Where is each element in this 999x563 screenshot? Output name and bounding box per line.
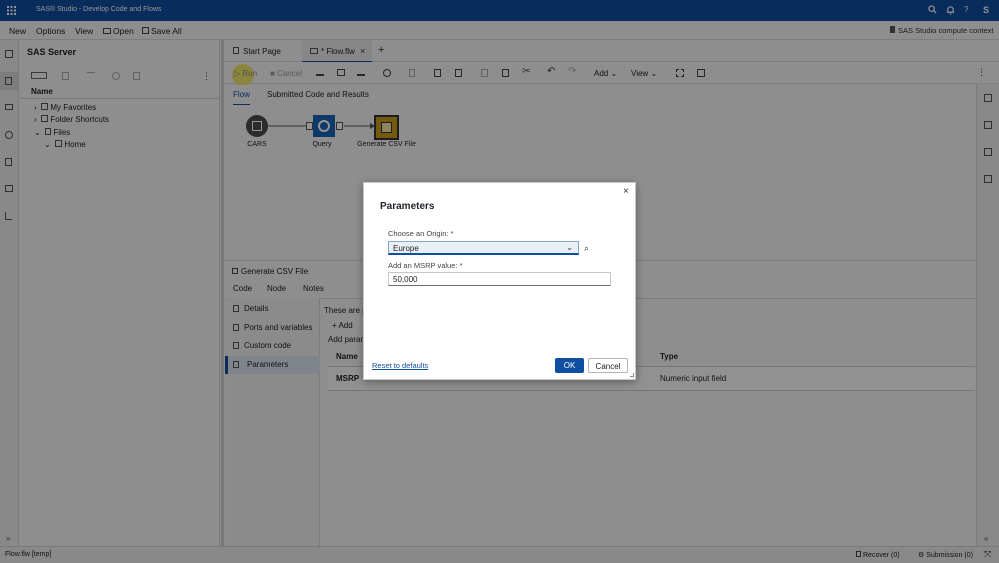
ok-button[interactable]: OK — [555, 358, 584, 373]
resize-handle-icon[interactable] — [630, 373, 634, 377]
parameters-dialog: × Parameters Choose an Origin: * Europe … — [363, 182, 636, 380]
origin-value: Europe — [393, 244, 419, 253]
origin-select[interactable]: Europe ⌄ — [388, 241, 579, 255]
reset-to-defaults-link[interactable]: Reset to defaults — [372, 361, 428, 370]
cancel-button[interactable]: Cancel — [588, 358, 628, 373]
close-icon[interactable]: × — [623, 186, 629, 197]
msrp-value: 50,000 — [393, 275, 418, 284]
origin-label: Choose an Origin: * — [388, 229, 454, 238]
chevron-down-icon: ⌄ — [566, 243, 573, 252]
dialog-title: Parameters — [380, 201, 435, 212]
msrp-label: Add an MSRP value: * — [388, 261, 463, 270]
msrp-input[interactable]: 50,000 — [388, 272, 611, 286]
binoculars-icon[interactable]: ⌕ — [584, 243, 589, 254]
